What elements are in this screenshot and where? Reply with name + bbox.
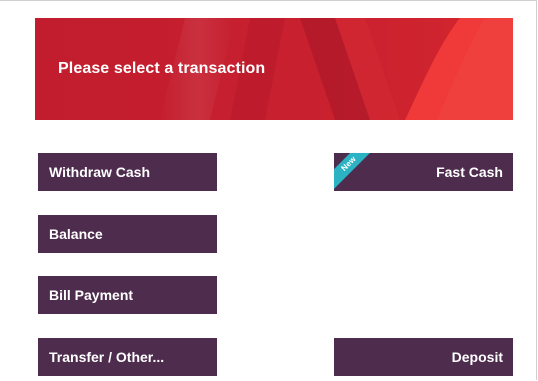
banner-title: Please select a transaction	[58, 60, 266, 77]
deposit-label: Deposit	[451, 349, 503, 365]
balance-button[interactable]: Balance	[38, 215, 217, 253]
transfer-other-button[interactable]: Transfer / Other...	[38, 338, 217, 376]
header-banner: Please select a transaction	[35, 18, 513, 120]
balance-label: Balance	[49, 226, 103, 242]
bill-payment-label: Bill Payment	[49, 287, 134, 303]
fast-cash-label: Fast Cash	[436, 164, 503, 180]
bill-payment-button[interactable]: Bill Payment	[38, 276, 217, 314]
fast-cash-button[interactable]: New Fast Cash	[334, 153, 513, 191]
withdraw-cash-button[interactable]: Withdraw Cash	[38, 153, 217, 191]
transfer-other-label: Transfer / Other...	[49, 349, 165, 365]
new-badge: New	[334, 153, 375, 190]
withdraw-cash-label: Withdraw Cash	[49, 164, 150, 180]
deposit-button[interactable]: Deposit	[334, 338, 513, 376]
